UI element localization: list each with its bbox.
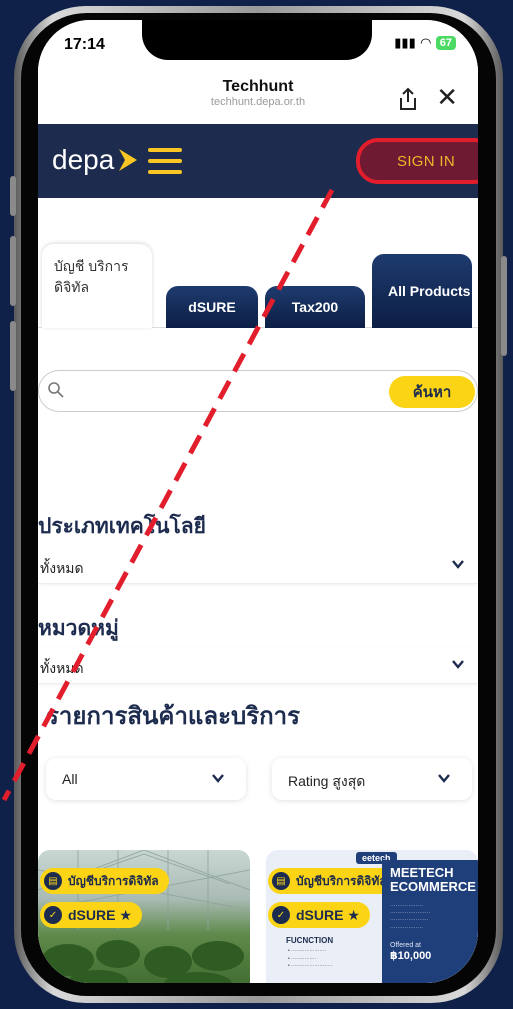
search-input[interactable] <box>69 377 389 407</box>
catalog-icon: ▤ <box>272 872 290 890</box>
main-content: บัญชี บริการ ดิจิทัล dSURE Tax200 All Pr… <box>38 198 478 983</box>
category-value: ทั้งหมด <box>40 660 84 676</box>
site-header: depa SIGN IN <box>38 124 478 198</box>
dsure-badge: ✓ dSURE ★ <box>40 902 142 928</box>
product-card[interactable]: eetech ▤ บัญชีบริการดิจิทัล ✓ dSURE ★ FUCN… <box>266 850 478 983</box>
close-icon[interactable]: ✕ <box>436 84 458 110</box>
search-button[interactable]: ค้นหา <box>389 376 475 408</box>
tech-type-title: ประเภทเทคโนโลยี <box>38 515 206 538</box>
tech-type-value: ทั้งหมด <box>40 560 84 576</box>
digital-catalog-badge: ▤ บัญชีบริการดิจิทัล <box>268 868 397 894</box>
offer-label: Offered at <box>390 942 422 950</box>
sort-select[interactable]: Rating สูงสุด <box>272 758 472 800</box>
category-title: หมวดหมู่ <box>38 617 119 640</box>
search-icon <box>48 382 64 398</box>
digital-catalog-badge: ▤ บัญชีบริการดิจิทัล <box>40 868 169 894</box>
hamburger-menu-icon[interactable] <box>148 148 182 174</box>
category-tabs: บัญชี บริการ ดิจิทัล dSURE Tax200 All Pr… <box>38 238 478 328</box>
tab-digital-service-catalog[interactable]: บัญชี บริการ ดิจิทัล <box>42 244 152 328</box>
browser-url-bar[interactable]: Techhunt techhunt.depa.or.th ✕ <box>38 72 478 124</box>
product-filter-select[interactable]: All <box>46 758 246 800</box>
status-icons: ▮▮▮ ◠ 67 <box>394 35 456 51</box>
volume-up-button <box>10 236 16 306</box>
dsure-badge: ✓ dSURE ★ <box>268 902 370 928</box>
tab-all-products[interactable]: All Products <box>372 254 472 328</box>
dynamic-island <box>142 20 372 60</box>
search-bar: ค้นหา <box>38 370 478 412</box>
products-title: รายการสินค้าและบริการ <box>46 703 301 730</box>
chevron-down-icon <box>452 560 464 569</box>
product-filter-value: All <box>62 771 78 787</box>
chevron-down-icon <box>212 774 224 783</box>
depa-logo[interactable]: depa <box>52 144 141 176</box>
promo-title: MEETECH ECOMMERCE <box>390 865 476 895</box>
logo-text: depa <box>52 144 115 175</box>
meetech-promo: MEETECH ECOMMERCE ·················· ····… <box>382 860 478 983</box>
logo-chevron-icon <box>119 149 138 171</box>
mute-switch <box>10 176 16 216</box>
battery-icon: 67 <box>435 36 456 50</box>
status-time: 17:14 <box>64 36 105 53</box>
offer-price: ฿10,000 <box>390 950 432 963</box>
status-bar: 17:14 ▮▮▮ ◠ 67 <box>38 20 478 72</box>
tab-tax200[interactable]: Tax200 <box>265 286 365 328</box>
sign-in-button[interactable]: SIGN IN <box>356 138 478 184</box>
function-label: FUCNCTION <box>286 936 334 945</box>
share-icon[interactable] <box>396 86 420 112</box>
category-select[interactable]: ทั้งหมด <box>38 648 478 684</box>
function-list: • ····················· • ···············… <box>288 948 333 969</box>
tab-dsure[interactable]: dSURE <box>166 286 258 328</box>
dsure-check-icon: ✓ <box>272 906 290 924</box>
chevron-down-icon <box>452 660 464 669</box>
tech-type-select[interactable]: ทั้งหมด <box>38 548 478 584</box>
signal-icon: ▮▮▮ <box>394 35 416 50</box>
phone-screen: 17:14 ▮▮▮ ◠ 67 Techhunt techhunt.depa.or… <box>38 20 478 983</box>
promo-description: ·················· ······················… <box>390 902 431 931</box>
sort-value: Rating สูงสุด <box>288 773 366 789</box>
wifi-icon: ◠ <box>420 35 431 50</box>
chevron-down-icon <box>438 774 450 783</box>
product-card[interactable]: ▤ บัญชีบริการดิจิทัล ✓ dSURE ★ <box>38 850 250 983</box>
power-button <box>501 256 507 356</box>
dsure-check-icon: ✓ <box>44 906 62 924</box>
catalog-icon: ▤ <box>44 872 62 890</box>
volume-down-button <box>10 321 16 391</box>
